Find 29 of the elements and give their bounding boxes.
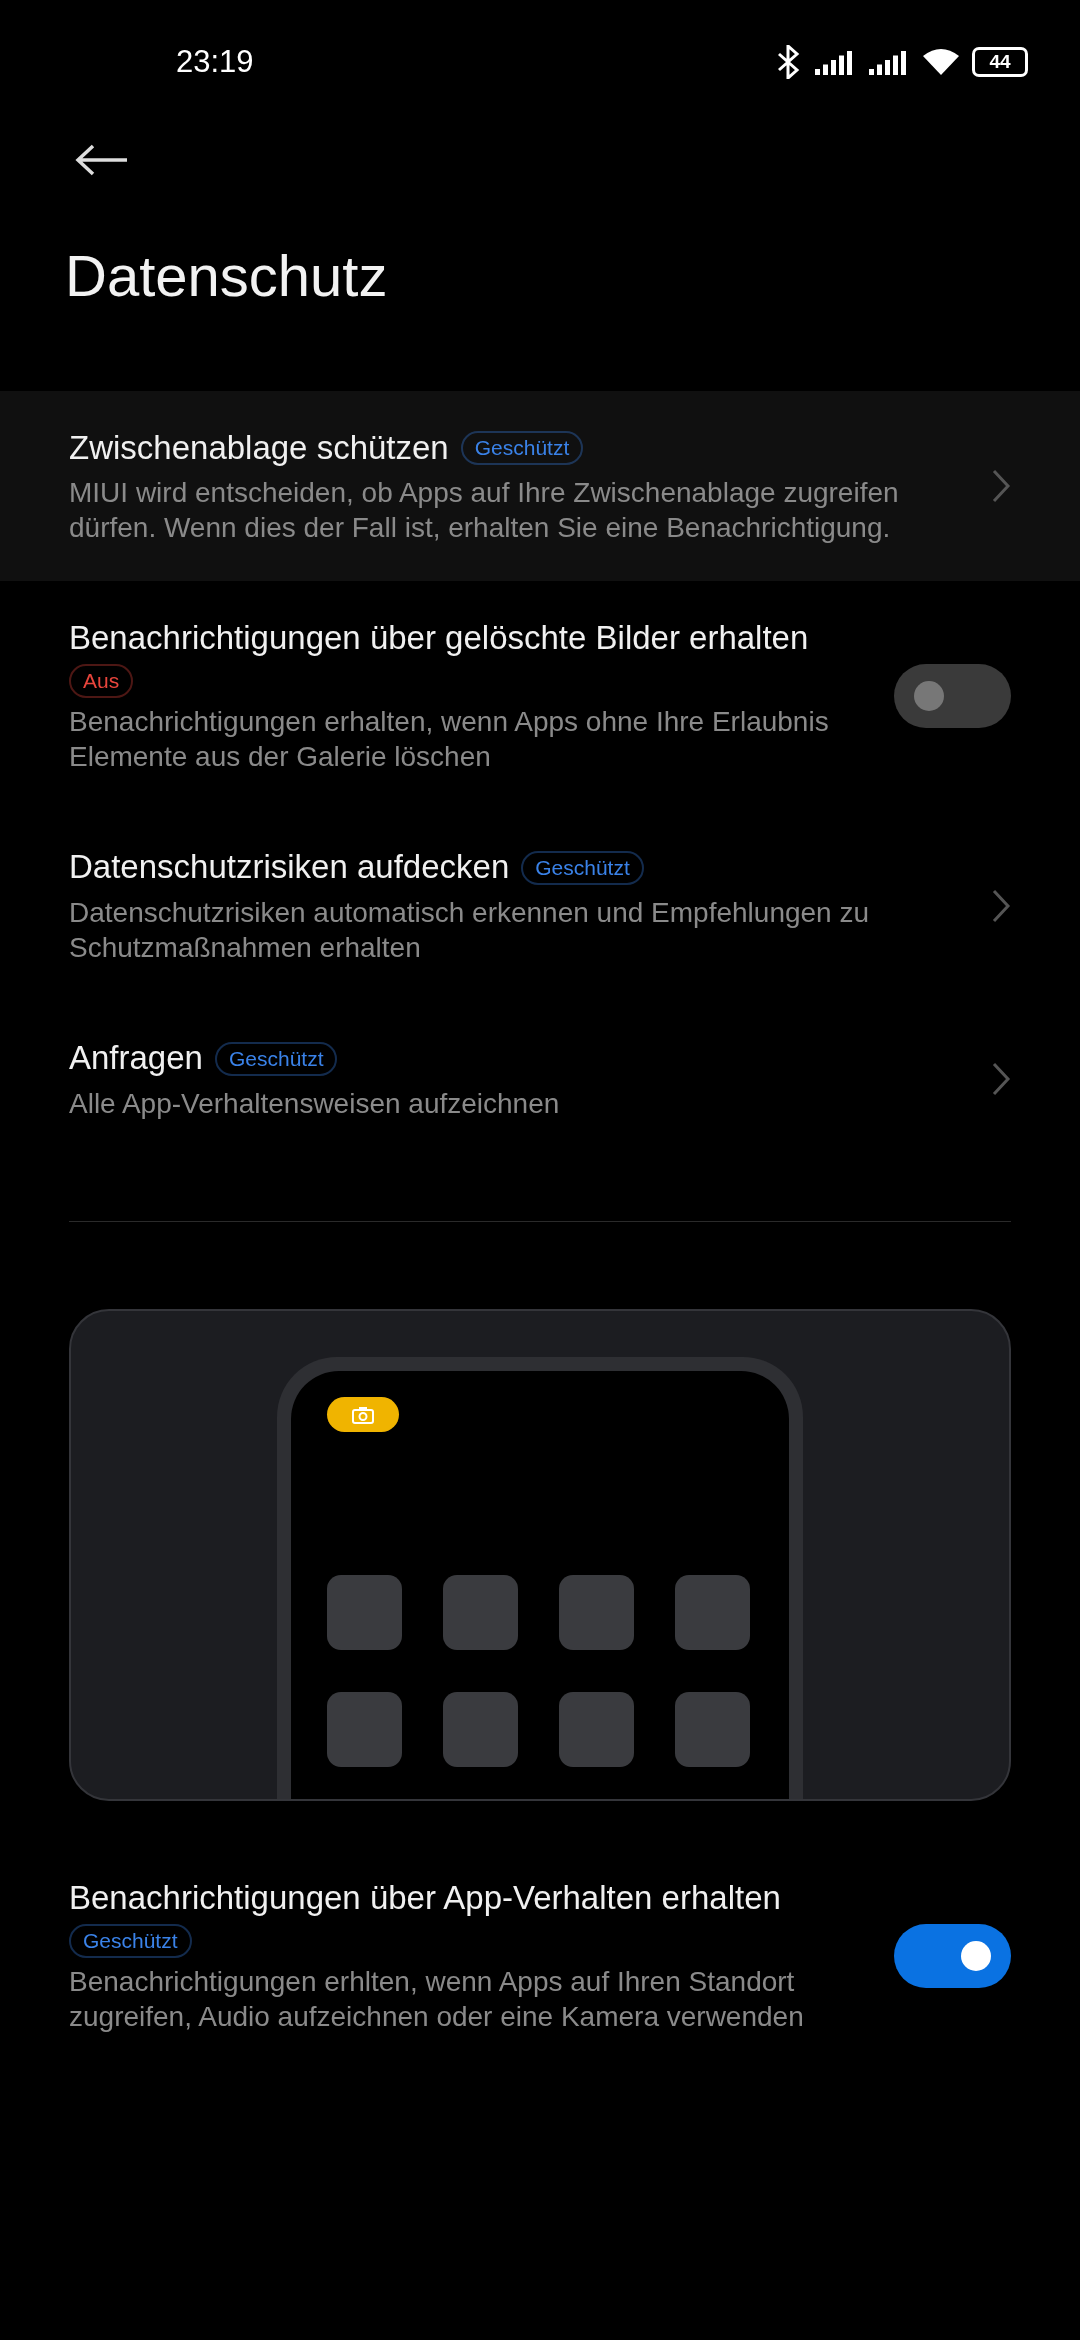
- page-title: Datenschutz: [65, 242, 389, 310]
- bluetooth-icon: [776, 45, 802, 79]
- wifi-icon: [922, 47, 960, 77]
- item-title: Datenschutzrisiken aufdecken: [69, 847, 510, 888]
- item-description: Benachrichtigungen erhlten, wenn Apps auf Ihren Standort zugreifen, Audio aufzeichnen oder eine Kamera verwenden: [69, 1965, 805, 2035]
- settings-item[interactable]: Datenschutzrisiken aufdecken Geschützt Datenschutzrisiken automatisch erkennen und Empfehlungen zu Schutzmaßnahmen erhalten: [0, 810, 1080, 1002]
- status-badge: Aus: [69, 664, 134, 699]
- settings-item[interactable]: Zwischenablage schützen Geschützt MIUI wird entscheiden, ob Apps auf Ihre Zwischenablage zugreifen dürfen. Wenn dies der Fall ist, erhalten Sie eine Benachrichtigung.: [0, 390, 1080, 582]
- chevron-right-icon: [991, 887, 1011, 924]
- settings-item[interactable]: Benachrichtigungen über App-Verhalten erhalten Geschützt Benachrichtigungen erhlten, wenn Apps auf Ihren Standort zugreifen, Audio aufzeichnen oder eine Kamera verwenden: [0, 1841, 1080, 2071]
- settings-item[interactable]: Benachrichtigungen über gelöschte Bilder erhalten Aus Benachrichtigungen erhalten, wenn Apps ohne Ihre Erlaubnis Elemente aus der Galerie löschen: [0, 581, 1080, 811]
- battery-icon: 44: [972, 47, 1028, 77]
- status-badge: Geschützt: [521, 850, 644, 885]
- status-badge: Geschützt: [214, 1041, 338, 1076]
- back-arrow-icon[interactable]: [75, 143, 129, 177]
- item-description: MIUI wird entscheiden, ob Apps auf Ihre Zwischenablage zugreifen dürfen. Wenn dies der Fall ist, erhalten Sie eine Benachrichtigung.: [69, 476, 900, 546]
- clock-time: 23:19: [176, 44, 254, 80]
- item-description: Benachrichtigungen erhalten, wenn Apps ohne Ihre Erlaubnis Elemente aus der Galerie löschen: [69, 705, 830, 775]
- item-title: Benachrichtigungen über App-Verhalten erhalten: [69, 1878, 782, 1919]
- item-title: Zwischenablage schützen: [69, 427, 449, 468]
- item-description: Alle App-Verhaltensweisen aufzeichnen: [69, 1087, 561, 1122]
- settings-item[interactable]: Anfragen Geschützt Alle App-Verhaltensweisen aufzeichnen: [0, 1001, 1080, 1158]
- item-title: Benachrichtigungen über gelöschte Bilder erhalten: [69, 618, 810, 659]
- item-title: Anfragen: [69, 1038, 203, 1079]
- status-badge: Geschützt: [460, 431, 584, 466]
- chevron-right-icon: [991, 468, 1011, 505]
- status-badge: Geschützt: [69, 1924, 192, 1959]
- chevron-right-icon: [991, 1061, 1011, 1098]
- item-description: Datenschutzrisiken automatisch erkennen und Empfehlungen zu Schutzmaßnahmen erhalten: [69, 896, 871, 966]
